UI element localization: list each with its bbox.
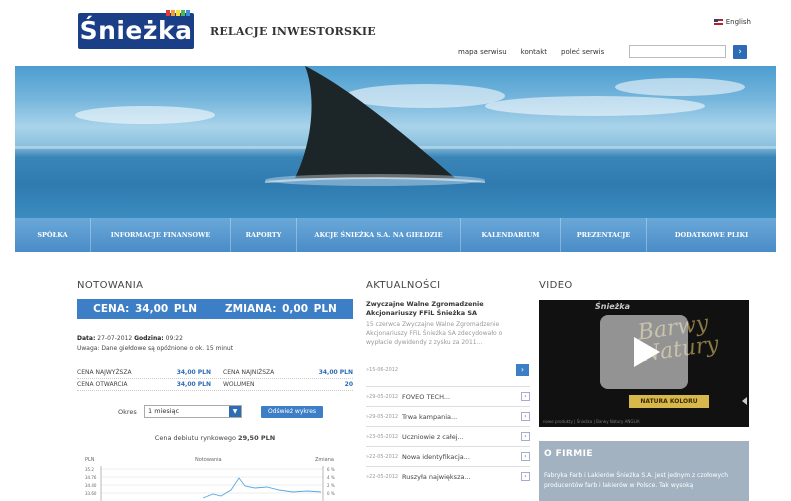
- arrow-right-icon: ›: [521, 452, 530, 461]
- refresh-chart-button[interactable]: Odśwież wykres: [261, 406, 323, 418]
- site-tagline: RELACJE INWESTORSKIE: [210, 25, 376, 38]
- search-input[interactable]: [629, 45, 726, 58]
- main-nav: SPÓŁKA INFORMACJE FINANSOWE RAPORTY AKCJ…: [15, 218, 776, 252]
- link-contact[interactable]: kontakt: [521, 48, 547, 56]
- right-tick: 4 %: [327, 475, 335, 480]
- delay-note: Uwaga: Dane giełdowe są opóźnione o ok. …: [77, 345, 234, 352]
- price-line: [202, 477, 322, 499]
- arrow-right-icon: ›: [521, 392, 530, 401]
- y-tick: 34.76: [85, 475, 97, 480]
- table-row: CENA OTWARCIA 34,00 PLN WOLUMEN 20: [77, 379, 353, 391]
- list-item[interactable]: »22-05-2012 Nowa identyfikacja... ›: [366, 446, 530, 466]
- top-links: mapa serwisu kontakt poleć serwis: [458, 48, 604, 56]
- nav-item-prezentacje[interactable]: PREZENTACJE: [561, 218, 647, 252]
- news-title: AKTUALNOŚCI: [366, 280, 441, 291]
- logo-text: Śnieżka: [79, 16, 193, 45]
- play-icon[interactable]: [600, 315, 688, 389]
- logo-color-strip: [166, 10, 190, 16]
- arrow-right-icon: ›: [521, 472, 530, 481]
- video-caption: nowe produkty | Śnieżka | Barwy Natury A…: [543, 419, 640, 424]
- notowania-title: NOTOWANIA: [77, 280, 144, 291]
- y-tick: 35.2: [85, 467, 94, 472]
- search-button[interactable]: ›: [733, 45, 747, 59]
- right-tick: 6 %: [327, 467, 335, 472]
- right-tick: 0 %: [327, 491, 335, 496]
- nav-item-akcje[interactable]: AKCJE ŚNIEŻKA S.A. NA GIEŁDZIE: [297, 218, 461, 252]
- price-chart: PLN Notowania Zmiana 35.2 34.76 34.40 33…: [85, 457, 335, 501]
- about-title: O FIRMIE: [544, 449, 593, 459]
- news-list: »29-05-2012 FOVEO TECH... › »29-05-2012 Trw…: [366, 386, 530, 486]
- news-lead-body: 15 czerwca Zwyczajne Walne Zgromadzenie …: [366, 321, 503, 346]
- chart-right-label: Zmiana: [315, 457, 334, 463]
- list-item[interactable]: »23-05-2012 Uczniowie z całej... ›: [366, 426, 530, 446]
- language-label: English: [725, 18, 751, 26]
- chart-left-label: PLN: [85, 457, 95, 463]
- news-lead-date: »15-06-2012: [366, 367, 399, 373]
- arrow-left-icon: [742, 397, 747, 405]
- period-select[interactable]: 1 miesiąc ▼: [144, 405, 242, 418]
- y-tick: 34.40: [85, 483, 97, 488]
- language-switch[interactable]: English: [713, 18, 751, 26]
- video-badge: NATURA KOLORU: [629, 395, 709, 408]
- quotes-table: CENA NAJWYŻSZA 34,00 PLN CENA NAJNIŻSZA 34…: [77, 367, 353, 391]
- price-change: ZMIANA: 0,00 PLN: [225, 303, 337, 315]
- nav-item-raporty[interactable]: RAPORTY: [231, 218, 297, 252]
- list-item[interactable]: »22-05-2012 Ruszyła największa... ›: [366, 466, 530, 486]
- right-tick: 2 %: [327, 483, 335, 488]
- price-bar: CENA: 34,00 PLN ZMIANA: 0,00 PLN: [77, 299, 353, 319]
- nav-item-kalendarium[interactable]: KALENDARIUM: [461, 218, 561, 252]
- y-tick: 33.60: [85, 491, 97, 496]
- site-header: Śnieżka RELACJE INWESTORSKIE English map…: [0, 0, 791, 66]
- link-sitemap[interactable]: mapa serwisu: [458, 48, 507, 56]
- list-item[interactable]: »29-05-2012 FOVEO TECH... ›: [366, 386, 530, 406]
- video-player[interactable]: Śnieżka Barwy Natury NATURA KOLORU nowe …: [539, 300, 749, 427]
- arrow-right-icon: ›: [521, 412, 530, 421]
- period-label: Okres: [118, 408, 137, 416]
- arrow-right-icon: ›: [521, 432, 530, 441]
- video-brand: Śnieżka: [595, 302, 630, 311]
- chevron-down-icon: ▼: [229, 406, 241, 417]
- debut-price: Cena debiutu rynkowego 29,50 PLN: [154, 434, 276, 442]
- uk-flag-icon: [713, 19, 723, 25]
- video-title: VIDEO: [539, 280, 573, 291]
- logo[interactable]: Śnieżka: [78, 10, 194, 49]
- link-recommend[interactable]: poleć serwis: [561, 48, 604, 56]
- table-row: CENA NAJWYŻSZA 34,00 PLN CENA NAJNIŻSZA 34…: [77, 367, 353, 379]
- nav-item-informacje-finansowe[interactable]: INFORMACJE FINANSOWE: [91, 218, 231, 252]
- news-lead-title[interactable]: Zwyczajne Walne Zgromadzenie Akcjonarius…: [366, 300, 518, 318]
- about-body: Fabryka Farb i Lakierów Śnieżka S.A. jes…: [544, 472, 729, 489]
- current-price: CENA: 34,00 PLN: [93, 303, 198, 315]
- nav-item-dodatkowe-pliki[interactable]: DODATKOWE PLIKI: [647, 218, 776, 252]
- quote-datetime: Data: 27-07-2012 Godzina: 09:22: [77, 335, 183, 342]
- nav-item-spolka[interactable]: SPÓŁKA: [15, 218, 91, 252]
- hero-banner: [15, 66, 776, 218]
- shark-fin-image: [264, 66, 486, 186]
- list-item[interactable]: »29-05-2012 Trwa kampania... ›: [366, 406, 530, 426]
- chart-title: Notowania: [195, 457, 222, 463]
- news-more-button[interactable]: ›: [516, 364, 529, 376]
- about-box: O FIRMIE Fabryka Farb i Lakierów Śnieżka…: [539, 441, 749, 501]
